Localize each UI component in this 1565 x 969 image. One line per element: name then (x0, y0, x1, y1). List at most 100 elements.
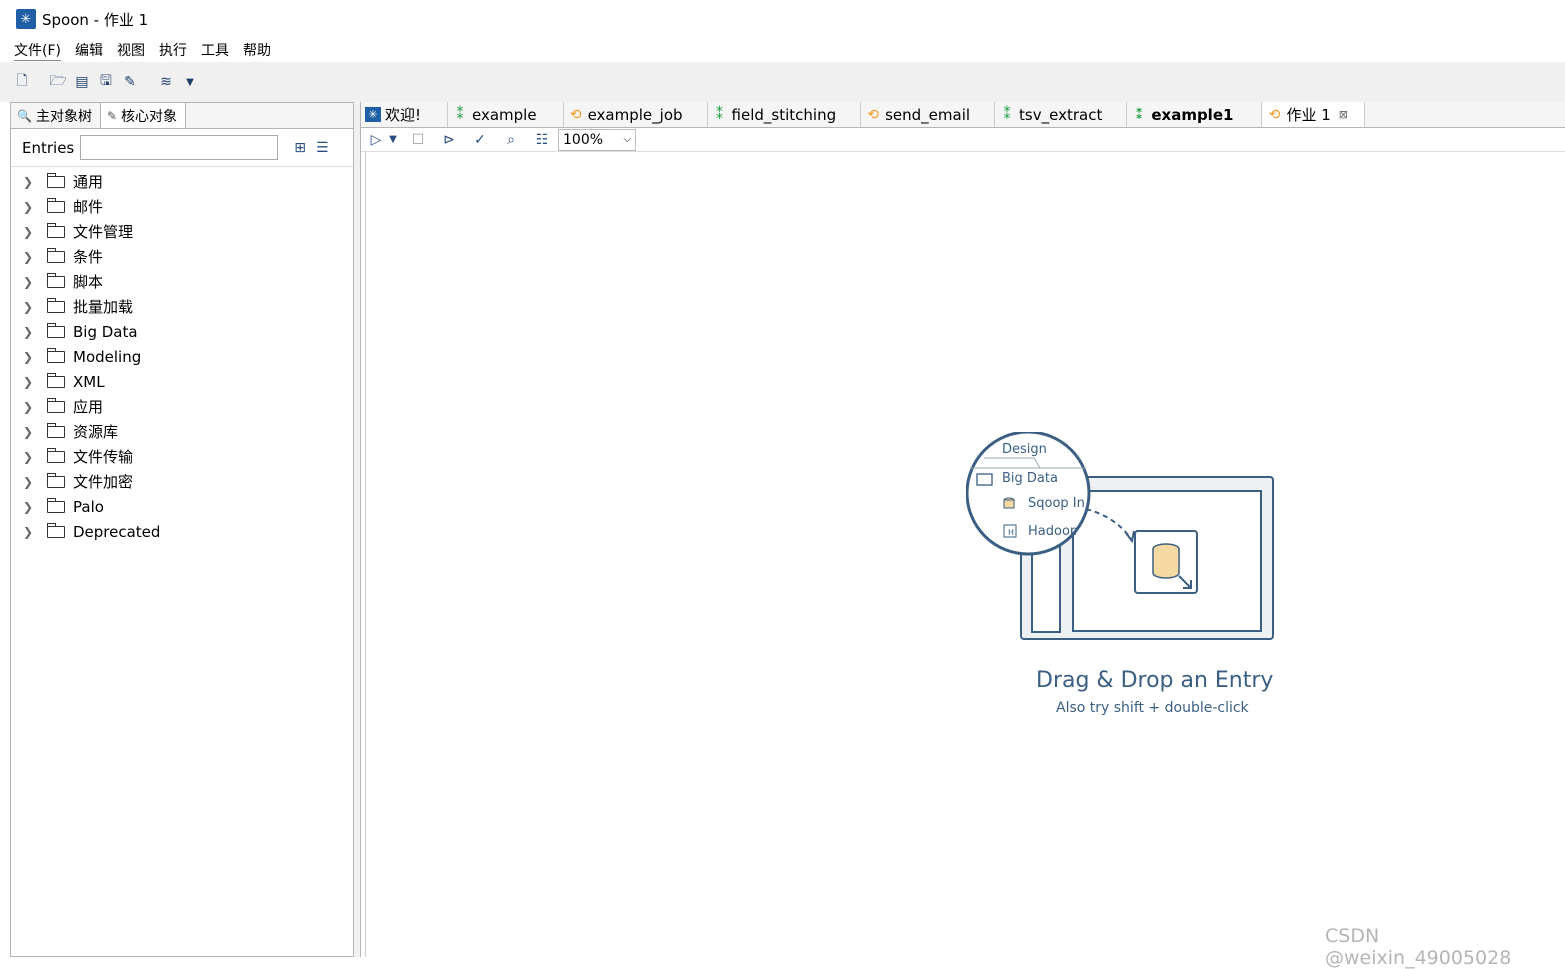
tree-item[interactable]: ❯ 条件 (11, 244, 353, 269)
chevron-right-icon[interactable]: ❯ (23, 325, 35, 339)
tab-example[interactable]: ⁑ example (448, 102, 564, 127)
title-bar: ✳ Spoon - 作业 1 (0, 0, 1565, 38)
job-canvas[interactable]: H Design Big Data Sqoop In Hadoop Drag &… (365, 152, 1565, 957)
menu-view[interactable]: 视图 (117, 40, 145, 60)
zoom-select[interactable]: 100% ⌵ (558, 128, 636, 151)
tree-item[interactable]: ❯ 文件加密 (11, 469, 353, 494)
entries-tree: ❯ 通用 ❯ 邮件 ❯ 文件管理 ❯ 条件 ❯ 脚本 ❯ 批量加载 ❯ Big Data ❯ M… (11, 167, 353, 544)
folder-icon (47, 172, 65, 188)
drag-drop-subtitle: Also try shift + double-click (1056, 700, 1249, 716)
chevron-right-icon[interactable]: ❯ (23, 400, 35, 414)
folder-icon (47, 447, 65, 463)
folder-icon (47, 322, 65, 338)
tab-tsv-extract[interactable]: ⁑ tsv_extract (995, 102, 1128, 127)
stop-icon[interactable]: ☐ (407, 132, 429, 148)
chevron-right-icon[interactable]: ❯ (23, 375, 35, 389)
transformation-icon: ⁑ (1003, 106, 1011, 123)
run-dropdown-icon[interactable]: ▼ (388, 134, 398, 145)
tab-example-job[interactable]: ⟲ example_job (564, 102, 708, 127)
entries-search-row: Entries ⊞ ☰ (11, 129, 353, 167)
run-icon[interactable]: ▷ (365, 132, 387, 148)
entries-label: Entries (22, 138, 75, 157)
tree-item[interactable]: ❯ 资源库 (11, 419, 353, 444)
chevron-right-icon[interactable]: ❯ (23, 250, 35, 264)
tab-job-1[interactable]: ⟲ 作业 1 ⊠ (1262, 102, 1365, 127)
folder-icon (47, 222, 65, 238)
open-file-icon[interactable]: 🗁 (48, 72, 68, 92)
menu-run[interactable]: 执行 (159, 40, 187, 60)
menu-tools[interactable]: 工具 (201, 40, 229, 60)
chevron-right-icon[interactable]: ❯ (23, 350, 35, 364)
tree-item[interactable]: ❯ 通用 (11, 169, 353, 194)
expand-all-icon[interactable]: ⊞ (294, 140, 306, 156)
big-data-label: Big Data (1002, 471, 1058, 486)
tab-field-stitching[interactable]: ⁑ field_stitching (708, 102, 862, 127)
menu-edit[interactable]: 编辑 (75, 40, 103, 60)
menu-file[interactable]: 文件(F) (14, 40, 61, 61)
tab-main-tree[interactable]: 🔍 主对象树 (11, 103, 101, 128)
tree-item[interactable]: ❯ Modeling (11, 344, 353, 369)
sql-icon[interactable]: ☷ (531, 132, 553, 148)
save-icon[interactable]: 🖫 (96, 72, 116, 92)
collapse-all-icon[interactable]: ☰ (316, 140, 329, 156)
sqoop-label: Sqoop In (1028, 496, 1085, 511)
left-panel: 🔍 主对象树 ✎ 核心对象 Entries ⊞ ☰ ❯ 通用 ❯ 邮件 ❯ 文件管理 … (10, 102, 354, 957)
entries-search-input[interactable] (80, 135, 279, 160)
folder-icon (47, 297, 65, 313)
chevron-right-icon[interactable]: ❯ (23, 500, 35, 514)
save-as-icon[interactable]: ✎ (120, 72, 140, 92)
main-toolbar: 🗋 🗁 ▤ 🖫 ✎ ≋ ▼ (0, 62, 1565, 102)
tab-send-email[interactable]: ⟲ send_email (861, 102, 996, 127)
chevron-right-icon[interactable]: ❯ (23, 275, 35, 289)
check-icon[interactable]: ✓ (469, 132, 491, 148)
tree-item[interactable]: ❯ Palo (11, 494, 353, 519)
tree-item[interactable]: ❯ Deprecated (11, 519, 353, 544)
transformation-icon: ⁑ (456, 106, 464, 123)
window-title: Spoon - 作业 1 (42, 10, 149, 29)
tree-item[interactable]: ❯ 批量加载 (11, 294, 353, 319)
tree-item[interactable]: ❯ 文件传输 (11, 444, 353, 469)
drag-drop-hint: H Design Big Data Sqoop In Hadoop Drag &… (965, 430, 1286, 732)
explore-repository-icon[interactable]: ▤ (72, 72, 92, 92)
watermark: CSDN @weixin_49005028 (1325, 925, 1512, 969)
new-file-icon[interactable]: 🗋 (12, 72, 32, 92)
tree-icon: 🔍 (17, 108, 32, 123)
chevron-right-icon[interactable]: ❯ (23, 425, 35, 439)
canvas-toolbar: ▷ ▼ ☐ ⊳ ✓ ⌕ ☷ 100% ⌵ (361, 128, 1565, 152)
hadoop-label: Hadoop (1028, 524, 1076, 539)
perspective-dropdown-icon[interactable]: ▼ (180, 72, 200, 92)
folder-icon (47, 422, 65, 438)
chevron-right-icon[interactable]: ❯ (23, 300, 35, 314)
folder-icon (47, 197, 65, 213)
menu-help[interactable]: 帮助 (243, 40, 271, 60)
folder-icon (47, 272, 65, 288)
chevron-right-icon[interactable]: ❯ (23, 225, 35, 239)
welcome-icon: ✳ (365, 107, 381, 122)
folder-icon (47, 247, 65, 263)
tree-item[interactable]: ❯ 脚本 (11, 269, 353, 294)
menu-bar: 文件(F) 编辑 视图 执行 工具 帮助 (0, 38, 1565, 62)
tab-welcome[interactable]: ✳ 欢迎! (361, 102, 449, 127)
chevron-right-icon[interactable]: ❯ (23, 200, 35, 214)
transformation-icon: ⁑ (1135, 106, 1143, 123)
replay-icon[interactable]: ⊳ (438, 132, 460, 148)
tree-item[interactable]: ❯ XML (11, 369, 353, 394)
tree-item[interactable]: ❯ 应用 (11, 394, 353, 419)
folder-icon (47, 397, 65, 413)
chevron-right-icon[interactable]: ❯ (23, 475, 35, 489)
perspective-layers-icon[interactable]: ≋ (156, 72, 176, 92)
tab-example1[interactable]: ⁑ example1 (1127, 102, 1263, 127)
tree-item[interactable]: ❯ Big Data (11, 319, 353, 344)
tree-item[interactable]: ❯ 邮件 (11, 194, 353, 219)
chevron-right-icon[interactable]: ❯ (23, 450, 35, 464)
chevron-right-icon[interactable]: ❯ (23, 525, 35, 539)
left-panel-tabs: 🔍 主对象树 ✎ 核心对象 (11, 103, 353, 129)
spoon-app-icon: ✳ (16, 9, 36, 29)
chevron-right-icon[interactable]: ❯ (23, 175, 35, 189)
folder-icon (47, 372, 65, 388)
impact-icon[interactable]: ⌕ (500, 132, 522, 148)
folder-icon (47, 472, 65, 488)
close-tab-icon[interactable]: ⊠ (1339, 108, 1348, 121)
tab-core-objects[interactable]: ✎ 核心对象 (100, 103, 187, 128)
tree-item[interactable]: ❯ 文件管理 (11, 219, 353, 244)
